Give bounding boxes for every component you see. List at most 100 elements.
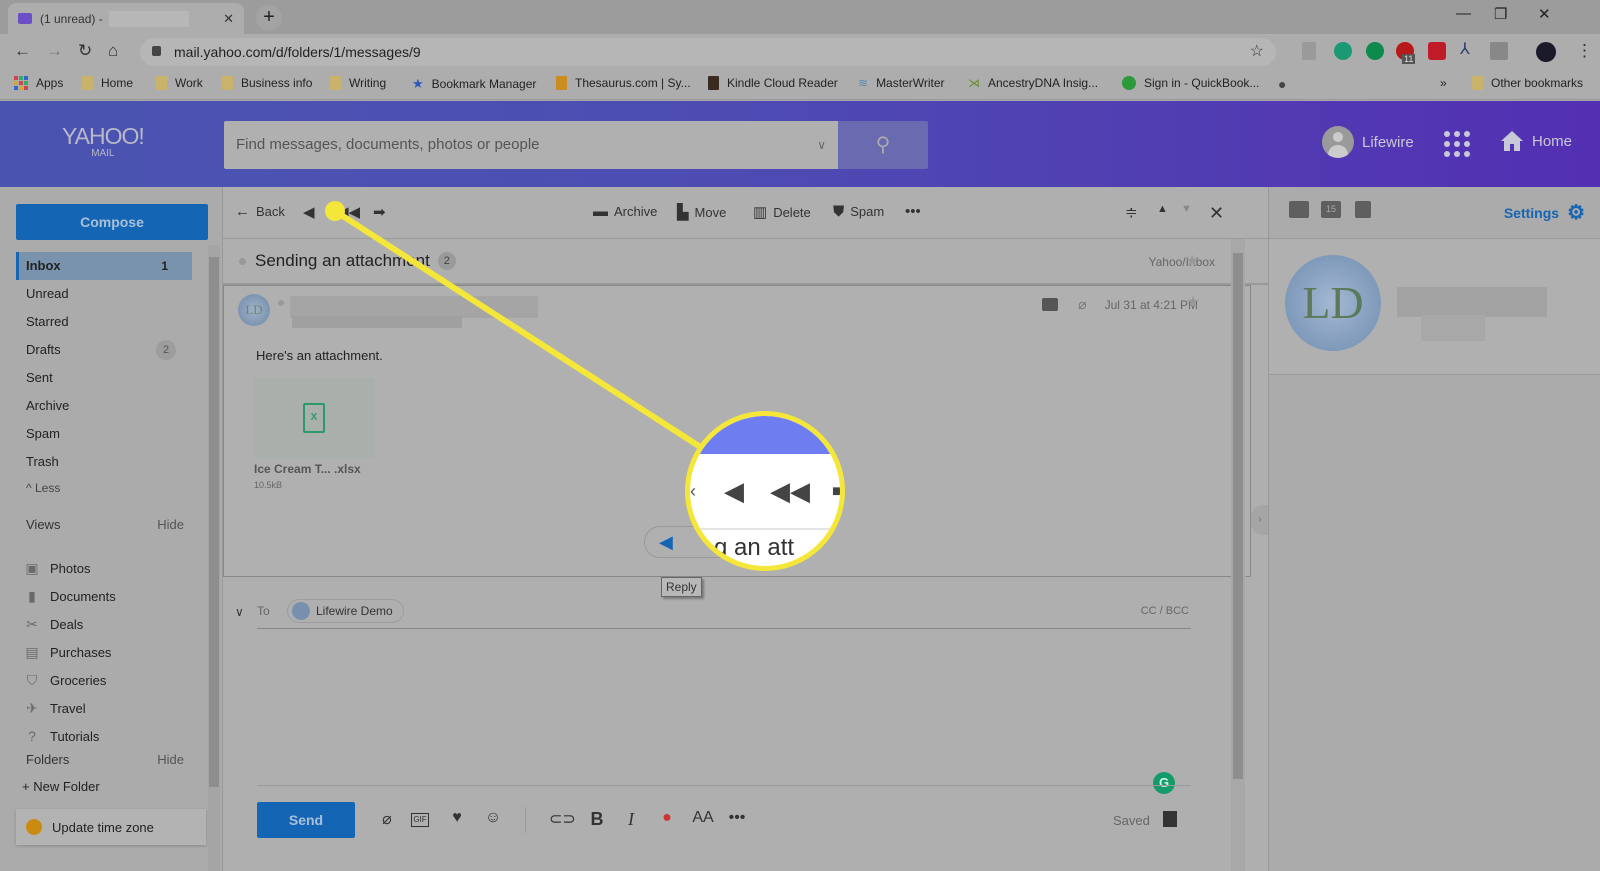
reload-icon[interactable]: ↻ <box>78 41 92 61</box>
update-timezone-notice[interactable]: Update time zone <box>16 809 206 845</box>
view-groceries[interactable]: ⛉ Groceries <box>24 666 116 694</box>
collapse-right-pane-button[interactable]: › <box>1251 505 1269 535</box>
italic-icon[interactable]: I <box>619 809 643 830</box>
page-extension-icon[interactable] <box>1302 42 1316 60</box>
stationery-icon[interactable]: ♥ <box>445 809 469 827</box>
bookmark-ancestry[interactable]: ⋊ AncestryDNA Insig... <box>968 76 1098 90</box>
address-bar[interactable]: mail.yahoo.com/d/folders/1/messages/9 ☆ <box>140 38 1276 66</box>
new-tab-button[interactable]: + <box>256 5 282 31</box>
font-size-icon[interactable]: AA <box>691 809 715 827</box>
bookmark-other[interactable]: Other bookmarks <box>1472 76 1583 90</box>
folders-hide-link[interactable]: Hide <box>157 752 184 767</box>
close-window-icon[interactable]: ✕ <box>1538 5 1551 23</box>
restore-icon[interactable]: ❐ <box>1494 5 1507 23</box>
pocket-extension-icon[interactable] <box>1428 42 1446 60</box>
scrollbar-thumb[interactable] <box>1233 253 1243 779</box>
more-formatting-icon[interactable]: ••• <box>725 809 749 827</box>
star-icon[interactable]: ★ <box>1185 251 1199 271</box>
folder-unread[interactable]: Unread <box>16 280 192 308</box>
folder-archive[interactable]: Archive <box>16 392 192 420</box>
link-icon[interactable]: ⊂⊃ <box>549 809 576 829</box>
browser-tab[interactable]: (1 unread) - ✕ <box>8 3 244 34</box>
gif-icon[interactable]: GIF <box>411 813 429 827</box>
less-toggle[interactable]: ^ Less <box>16 476 192 500</box>
user-profile[interactable]: Lifewire <box>1322 126 1414 158</box>
folder-trash[interactable]: Trash <box>16 448 192 476</box>
apps-grid-icon[interactable] <box>1444 131 1470 157</box>
grammarly-icon[interactable]: G <box>1153 772 1175 794</box>
contacts-icon[interactable] <box>1289 201 1309 218</box>
folder-drafts[interactable]: Drafts 2 <box>16 336 192 364</box>
sidebar-scrollbar[interactable] <box>208 245 220 871</box>
send-button[interactable]: Send <box>257 802 355 838</box>
bookmark-business-info[interactable]: Business info <box>222 76 312 90</box>
cc-bcc-toggle[interactable]: CC / BCC <box>1141 605 1189 617</box>
hangouts-extension-icon[interactable] <box>1366 42 1384 60</box>
next-message-button[interactable]: ▼ <box>1181 203 1198 215</box>
view-documents[interactable]: ▮ Documents <box>24 582 116 610</box>
forward-button[interactable]: ➡ <box>373 203 392 221</box>
compose-button[interactable]: Compose <box>16 204 208 240</box>
bookmark-quickbooks[interactable]: Sign in - QuickBook... <box>1122 76 1259 90</box>
chevron-down-icon[interactable]: ∨ <box>817 121 826 169</box>
close-tab-icon[interactable]: ✕ <box>223 11 234 27</box>
attachment-name[interactable]: Ice Cream T... .xlsx <box>254 462 361 476</box>
spam-button[interactable]: ⛊ Spam <box>833 203 884 220</box>
bold-icon[interactable]: B <box>585 809 609 830</box>
bookmark-home[interactable]: Home <box>82 76 133 90</box>
settings-button[interactable]: Settings ⚙ <box>1504 200 1585 225</box>
forward-arrow-icon[interactable]: → <box>46 41 63 61</box>
search-button[interactable]: ⚲ <box>838 121 928 169</box>
view-travel[interactable]: ✈ Travel <box>24 694 116 722</box>
folder-sent[interactable]: Sent <box>16 364 192 392</box>
bookmark-kindle[interactable]: Kindle Cloud Reader <box>708 76 838 90</box>
emoji-icon[interactable]: ☺ <box>481 809 505 827</box>
folder-spam[interactable]: Spam <box>16 420 192 448</box>
tool-extension-icon[interactable]: ⅄ <box>1460 39 1478 58</box>
bookmark-apps[interactable]: Apps <box>14 76 63 90</box>
message-star-icon[interactable]: ★ <box>1186 292 1200 312</box>
notepad-icon[interactable] <box>1355 201 1371 218</box>
close-message-button[interactable]: ✕ <box>1209 203 1230 224</box>
minimize-icon[interactable]: — <box>1456 5 1471 22</box>
view-photos[interactable]: ▣ Photos <box>24 554 116 582</box>
attach-file-icon[interactable]: ⌀ <box>375 809 399 829</box>
bookmark-writing[interactable]: Writing <box>330 76 386 90</box>
print-icon[interactable] <box>1042 298 1059 311</box>
message-scrollbar[interactable] <box>1231 239 1245 871</box>
paperclip-icon[interactable]: ⌀ <box>1078 296 1086 313</box>
read-status-dot[interactable] <box>239 258 246 265</box>
previous-message-button[interactable]: ▲ <box>1157 203 1174 215</box>
home-icon[interactable]: ⌂ <box>108 41 118 61</box>
move-button[interactable]: ▙ Move <box>677 203 726 221</box>
folder-starred[interactable]: Starred <box>16 308 192 336</box>
back-button[interactable]: ← Back <box>235 203 285 220</box>
chevron-down-icon[interactable]: ∨ <box>235 605 244 619</box>
calendar-icon[interactable]: 15 <box>1321 201 1341 218</box>
discard-draft-icon[interactable] <box>1163 811 1177 827</box>
profile-avatar[interactable] <box>1536 42 1556 62</box>
sender-avatar[interactable]: LD <box>238 294 270 326</box>
attachment-thumbnail[interactable]: X <box>254 378 374 458</box>
bookmarks-overflow[interactable]: » <box>1440 76 1447 90</box>
view-purchases[interactable]: ▤ Purchases <box>24 638 116 666</box>
drive-extension-icon[interactable] <box>1490 42 1508 60</box>
contact-avatar[interactable]: LD <box>1285 255 1381 351</box>
bookmark-masterwriter[interactable]: ≋ MasterWriter <box>858 76 945 90</box>
yahoo-mail-logo[interactable]: YAHOO! MAIL <box>62 123 145 159</box>
delete-button[interactable]: ▥ Delete <box>753 203 811 221</box>
new-folder-button[interactable]: + New Folder <box>22 779 100 794</box>
bookmark-star-icon[interactable]: ☆ <box>1250 38 1264 66</box>
bookmark-manager[interactable]: ★ Bookmark Manager <box>412 76 536 92</box>
folder-inbox[interactable]: Inbox 1 <box>16 252 192 280</box>
expand-collapse-button[interactable]: ≑ <box>1125 203 1144 221</box>
reply-button[interactable]: ◀ <box>303 203 321 221</box>
search-input[interactable]: Find messages, documents, photos or peop… <box>224 121 838 169</box>
reply-body-editor[interactable] <box>257 637 1191 782</box>
menu-kebab-icon[interactable]: ⋮ <box>1576 41 1593 61</box>
bookmark-thesaurus[interactable]: Thesaurus.com | Sy... <box>556 76 691 90</box>
recipient-chip[interactable]: Lifewire Demo <box>287 599 404 623</box>
view-deals[interactable]: ✂ Deals <box>24 610 116 638</box>
grammarly-extension-icon[interactable] <box>1334 42 1352 60</box>
scrollbar-thumb[interactable] <box>209 257 219 787</box>
